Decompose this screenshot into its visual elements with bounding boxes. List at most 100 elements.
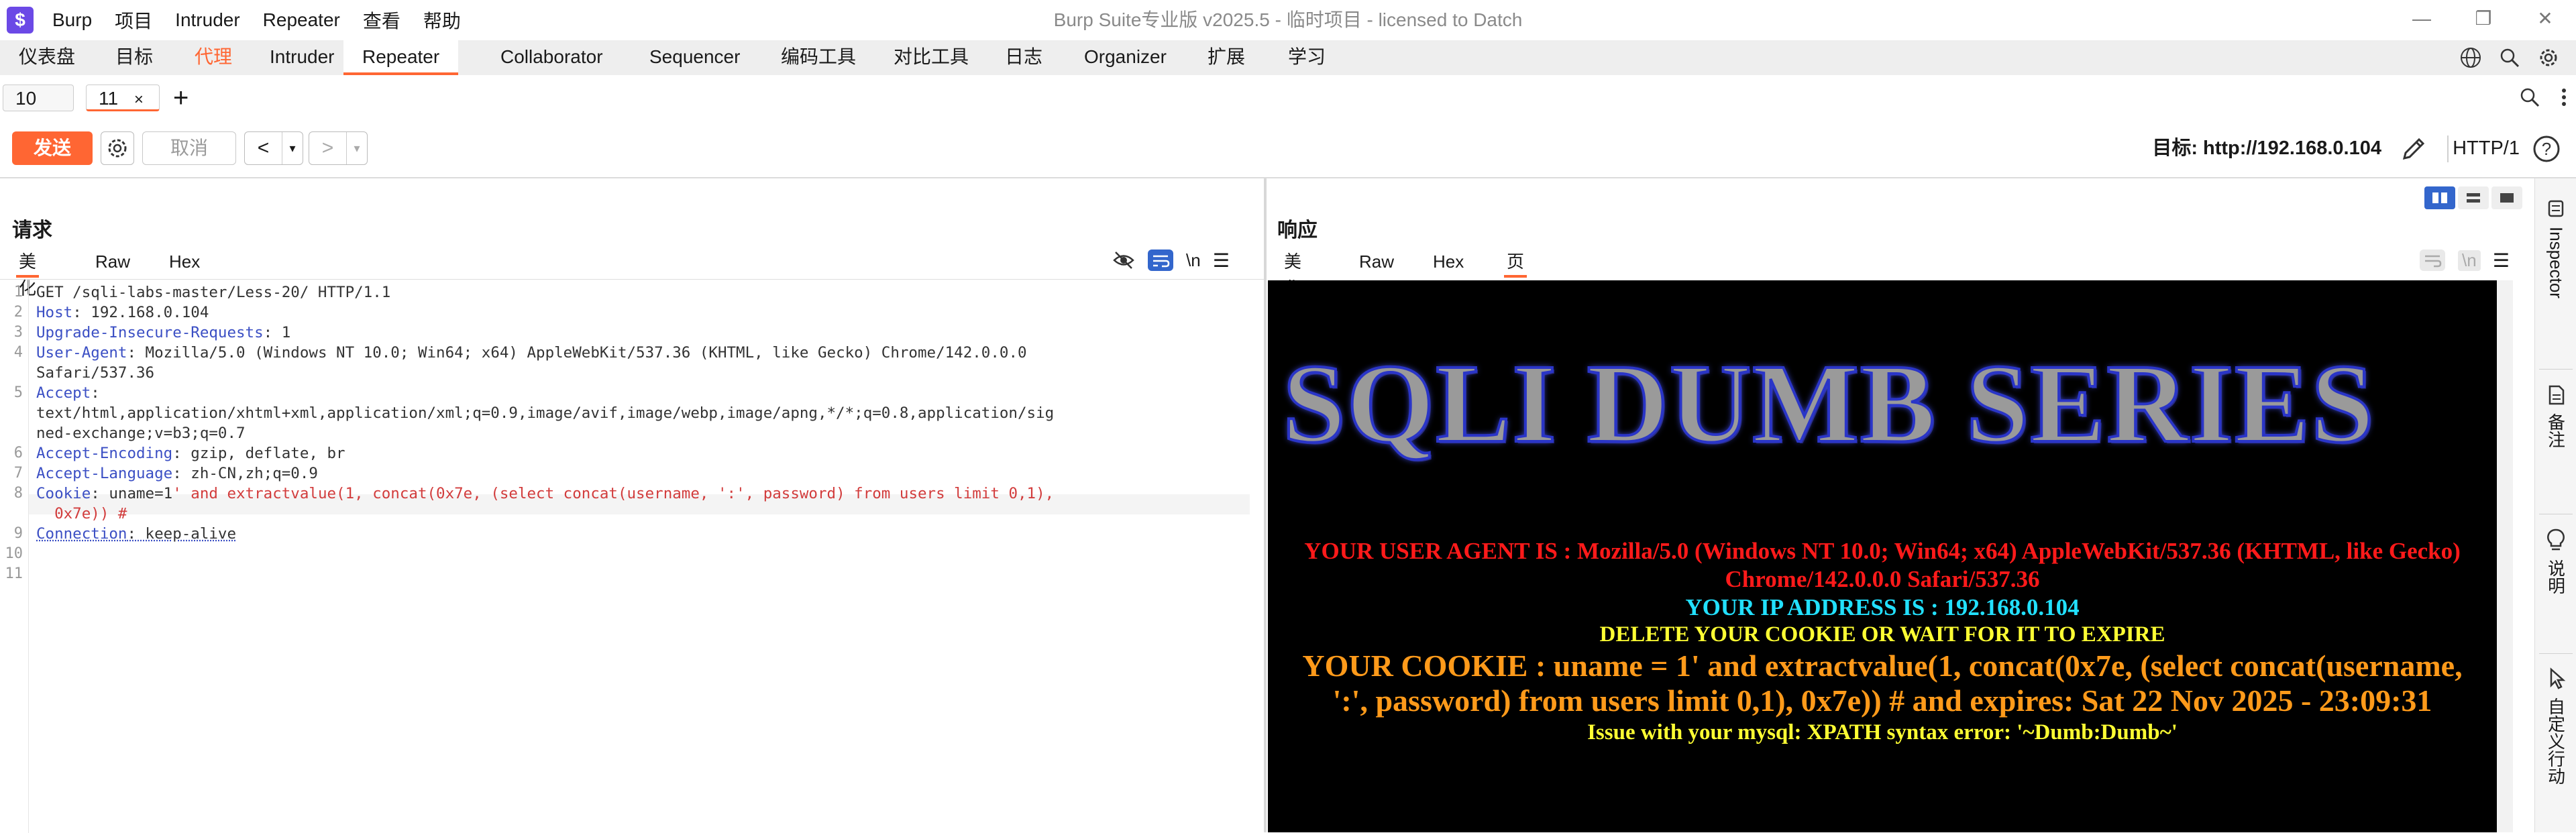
menu-bar: Burp 项目 Intruder Repeater 查看 帮助 <box>52 0 484 40</box>
settings-button[interactable] <box>101 131 134 165</box>
response-pane: 响应 美化 Raw Hex 页面渲染 \n ☰ SQLI DUMB SERIES… <box>1267 178 2534 832</box>
sidebar-item-notes[interactable]: 备注 <box>2535 384 2576 451</box>
tab-raw[interactable]: Raw <box>95 248 130 278</box>
help-icon[interactable]: ? <box>2532 134 2561 164</box>
tab-dashboard[interactable]: 仪表盘 <box>19 40 75 75</box>
add-tab-button[interactable]: + <box>173 83 189 113</box>
tab-learn[interactable]: 学习 <box>1288 40 1326 75</box>
request-line: GET /sqli-labs-master/Less-20/ HTTP/1.1 <box>36 284 390 301</box>
show-newlines-toggle[interactable]: \n <box>1186 250 1201 271</box>
line-number: 5 <box>13 384 23 401</box>
layout-stacked-icon[interactable] <box>2458 186 2489 209</box>
menu-burp[interactable]: Burp <box>52 9 92 31</box>
cookie-line-2: ':', password) from users limit 0,1), 0x… <box>1332 683 2432 718</box>
sidebar-divider <box>2539 653 2573 654</box>
tab-decoder[interactable]: 编码工具 <box>781 40 856 75</box>
back-button[interactable]: < ▾ <box>244 131 303 165</box>
tab-logger[interactable]: 日志 <box>1005 40 1042 75</box>
line-number: 1 <box>13 284 23 300</box>
notes-icon <box>2548 385 2565 405</box>
header-value: : Mozilla/5.0 (Windows NT 10.0; Win64; x… <box>127 344 1027 362</box>
tab-sequencer[interactable]: Sequencer <box>649 40 740 75</box>
tab-proxy[interactable]: 代理 <box>195 40 232 75</box>
tab-hex[interactable]: Hex <box>1433 248 1464 278</box>
gear-icon[interactable] <box>2537 46 2576 69</box>
editor-menu-icon[interactable]: ☰ <box>2493 249 2510 272</box>
sidebar-label-custom-actions: 自定义行动 <box>2545 698 2566 785</box>
request-line: Host: 192.168.0.104 <box>36 304 209 321</box>
header-value: ned-exchange;v=b3;q=0.7 <box>36 425 246 442</box>
word-wrap-icon[interactable] <box>1147 249 1174 272</box>
sidebar-item-inspector[interactable]: Inspector <box>2535 197 2576 302</box>
sidebar-label-notes: 备注 <box>2545 413 2566 448</box>
delete-cookie-line: DELETE YOUR COOKIE OR WAIT FOR IT TO EXP… <box>1599 622 2165 647</box>
tab-hex[interactable]: Hex <box>169 248 200 278</box>
close-tab-icon[interactable]: × <box>134 91 144 109</box>
render-scrollbar[interactable] <box>2497 280 2513 832</box>
repeater-toolbar: 发送 取消 < ▾ > ▾ 目标: http://192.168.0.104 H… <box>0 119 2576 178</box>
menu-help[interactable]: 帮助 <box>423 7 461 34</box>
request-line: Connection: keep-alive <box>36 525 236 543</box>
search-tabs-icon[interactable] <box>2518 86 2541 109</box>
tab-repeater[interactable]: Repeater <box>343 40 459 75</box>
request-editor-options: \n ☰ <box>1100 245 1230 275</box>
layout-side-by-side-icon[interactable] <box>2424 186 2455 209</box>
line-number: 6 <box>13 445 23 461</box>
close-window-button[interactable]: ✕ <box>2514 0 2576 40</box>
main-tabs: 仪表盘 目标 代理 Intruder Repeater Collaborator… <box>0 40 2576 76</box>
sidebar-item-custom-actions[interactable]: 自定义行动 <box>2535 665 2576 788</box>
tab-raw[interactable]: Raw <box>1359 248 1394 278</box>
user-agent-line-2: Chrome/142.0.0.0 Safari/537.36 <box>1725 566 2040 592</box>
header-value: : <box>91 384 100 402</box>
line-number: 11 <box>5 565 23 582</box>
cancel-button[interactable]: 取消 <box>142 131 236 165</box>
tab-organizer[interactable]: Organizer <box>1084 40 1167 75</box>
tab-intruder[interactable]: Intruder <box>270 40 335 75</box>
menu-view[interactable]: 查看 <box>363 7 400 34</box>
window-controls: — ❐ ✕ <box>2391 0 2576 40</box>
injected-payload: ' and extractvalue(1, concat(0x7e, (sele… <box>172 485 1055 502</box>
menu-repeater[interactable]: Repeater <box>263 9 340 31</box>
tab-collaborator[interactable]: Collaborator <box>500 40 603 75</box>
more-options-icon[interactable] <box>2560 86 2568 109</box>
cookie-line-1: YOUR COOKIE : uname = 1' and extractvalu… <box>1302 649 2463 683</box>
search-icon[interactable] <box>2498 46 2537 69</box>
request-editor[interactable]: 1 2 3 4 5 6 7 8 9 10 11 GET /sqli-labs-master/Less… <box>0 279 1264 833</box>
line-number: 3 <box>13 324 23 341</box>
editor-menu-icon[interactable]: ☰ <box>1213 249 1230 272</box>
tab-comparer[interactable]: 对比工具 <box>894 40 969 75</box>
repeater-tab-11[interactable]: 11 × <box>86 85 160 111</box>
send-button[interactable]: 发送 <box>12 131 93 165</box>
back-history-dropdown[interactable]: ▾ <box>282 132 303 164</box>
header-value: text/html,application/xhtml+xml,applicat… <box>36 404 1055 422</box>
globe-icon[interactable] <box>2459 46 2498 69</box>
header-name: User-Agent <box>36 344 127 362</box>
repeater-tab-10[interactable]: 10 <box>3 85 74 111</box>
layout-tabs-icon[interactable] <box>2491 186 2522 209</box>
sidebar-item-explanation[interactable]: 说明 <box>2535 527 2576 598</box>
menu-intruder[interactable]: Intruder <box>175 9 240 31</box>
restore-button[interactable]: ❐ <box>2453 0 2514 40</box>
http-version-selector[interactable]: HTTP/1 <box>2453 131 2520 165</box>
header-value: : zh-CN,zh;q=0.9 <box>172 465 318 482</box>
mysql-error-line: Issue with your mysql: XPATH syntax erro… <box>1587 720 2178 744</box>
request-line: Accept: <box>36 384 100 402</box>
tab-pretty[interactable]: 美化 <box>15 248 40 298</box>
header-name: Accept-Encoding <box>36 445 173 462</box>
hide-nonprintable-eye-icon[interactable] <box>1112 249 1135 272</box>
target-label: 目标: http://192.168.0.104 <box>2152 137 2381 159</box>
forward-history-dropdown[interactable]: ▾ <box>346 132 367 164</box>
menu-project[interactable]: 项目 <box>115 7 152 34</box>
edit-target-pencil-icon[interactable] <box>2399 134 2428 164</box>
request-line: Accept-Language: zh-CN,zh;q=0.9 <box>36 465 318 482</box>
request-line: Cookie: uname=1' and extractvalue(1, con… <box>36 485 1054 502</box>
tab-target[interactable]: 目标 <box>115 40 153 75</box>
tab-pretty[interactable]: 美化 <box>1284 248 1301 298</box>
minimize-button[interactable]: — <box>2391 0 2453 40</box>
forward-arrow-icon: > <box>321 137 334 159</box>
tab-extensions[interactable]: 扩展 <box>1208 40 1245 75</box>
layout-toggle-group <box>2422 186 2522 209</box>
tab-render[interactable]: 页面渲染 <box>1503 248 1527 352</box>
forward-button[interactable]: > ▾ <box>309 131 368 165</box>
header-name: Connection <box>36 525 127 543</box>
